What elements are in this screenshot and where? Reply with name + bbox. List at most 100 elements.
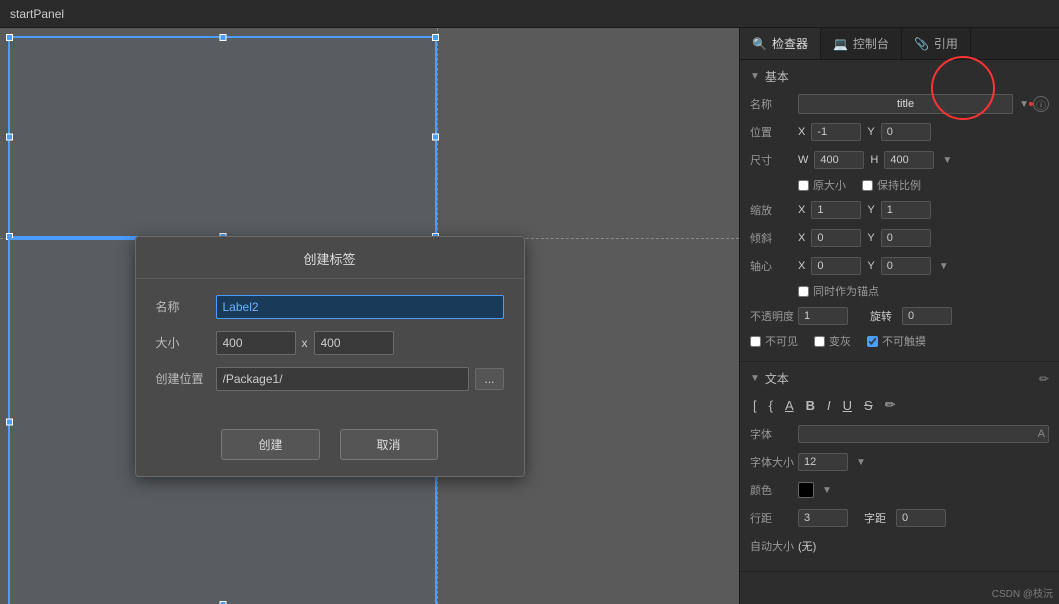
tool-strikethrough[interactable]: S [861,396,876,415]
tab-inspector[interactable]: 🔍 检查器 [740,28,821,59]
checkbox-keep-ratio-input[interactable] [862,180,873,191]
text-toggle-icon[interactable]: ▼ [750,373,760,384]
prop-skew-x[interactable] [811,229,861,247]
prop-scale-value: X Y [798,201,1049,219]
checkbox-no-touch[interactable]: 不可触摸 [867,333,926,349]
checkbox-original-size[interactable]: 原大小 [798,177,846,193]
dialog-cancel-button[interactable]: 取消 [340,429,438,460]
prop-opacity-label: 不透明度 [750,308,798,324]
prop-name-info-btn[interactable]: ⓘ [1033,96,1049,112]
prop-size-h[interactable] [884,151,934,169]
checkbox-gray-label: 变灰 [829,333,851,349]
dialog-size-x-label: x [302,336,308,350]
tool-underline-a[interactable]: A [782,396,797,415]
prop-rotation-label: 旋转 [870,308,892,324]
checkbox-anchor-point[interactable]: 同时作为锚点 [798,283,879,299]
basic-section-title: 基本 [765,68,789,85]
checkbox-invisible-label: 不可见 [765,333,798,349]
name-field-wrapper: ▼ [798,94,1029,114]
prop-opacity-input[interactable] [798,307,848,325]
prop-anchor-value: X Y ▼ [798,257,1049,275]
prop-scale-row: 缩放 X Y [750,199,1049,221]
tool-underline[interactable]: U [840,396,855,415]
basic-toggle-icon[interactable]: ▼ [750,71,760,82]
prop-position-value: X Y [798,123,1049,141]
checkbox-invisible[interactable]: 不可见 [750,333,798,349]
dialog-overlay: 创建标签 名称 大小 x [0,28,739,604]
fontsize-dropdown-arrow[interactable]: ▼ [856,457,866,468]
dialog-size-h-input[interactable] [314,331,394,355]
tab-reference[interactable]: 📎 引用 [902,28,971,59]
dialog-create-button[interactable]: 创建 [221,429,319,460]
prop-color-swatch[interactable] [798,482,814,498]
tab-inspector-label: 检查器 [772,35,808,52]
tool-curly-open[interactable]: { [766,396,776,415]
anchor-dropdown-arrow[interactable]: ▼ [939,261,949,272]
main-area: 创建标签 名称 大小 x [0,28,1059,604]
pos-y-label: Y [867,126,874,138]
scale-y-label: Y [867,204,874,216]
prop-fontsize-row: 字体大小 ▼ [750,451,1049,473]
prop-position-y[interactable] [881,123,931,141]
prop-name-input[interactable] [798,94,1013,114]
prop-scale-x[interactable] [811,201,861,219]
tab-reference-label: 引用 [934,35,958,52]
prop-font-select[interactable] [798,425,1049,443]
checkbox-anchor-row: 同时作为锚点 [750,283,1049,299]
prop-lineheight-input[interactable] [798,509,848,527]
prop-scale-label: 缩放 [750,202,798,218]
checkbox-keep-ratio[interactable]: 保持比例 [862,177,921,193]
prop-anchor-x[interactable] [811,257,861,275]
prop-opacity-rotation-value: 旋转 [798,307,1049,325]
prop-lineheight-label: 行距 [750,510,798,526]
dialog-size-w-input[interactable] [216,331,296,355]
dialog-size-label: 大小 [156,334,216,351]
prop-skew-row: 倾斜 X Y [750,227,1049,249]
checkbox-anchor-point-input[interactable] [798,286,809,297]
prop-autosize-value: (无) [798,538,1049,554]
dialog-title: 创建标签 [136,237,524,279]
anchor-y-label: Y [867,260,874,272]
tool-eraser[interactable]: ✏ [882,395,899,415]
console-icon: 💻 [833,37,848,51]
dialog-name-row: 名称 [156,295,504,319]
prop-name-row: 名称 ▼ ⓘ [750,93,1049,115]
checkbox-gray-input[interactable] [814,336,825,347]
tool-italic[interactable]: I [824,396,834,415]
prop-anchor-y[interactable] [881,257,931,275]
prop-size-value: W H ▼ [798,151,1049,169]
dialog-path-browse-button[interactable]: ... [475,368,503,390]
text-edit-icon[interactable]: ✏ [1039,372,1049,386]
name-dropdown-arrow[interactable]: ▼ [1019,99,1029,110]
color-dropdown-arrow[interactable]: ▼ [822,485,832,496]
prop-fontsize-value: ▼ [798,453,1049,471]
tool-bracket-open[interactable]: [ [750,396,760,415]
prop-position-x[interactable] [811,123,861,141]
dialog-name-label: 名称 [156,298,216,315]
prop-font-label: 字体 [750,426,798,442]
prop-color-row: 颜色 ▼ [750,479,1049,501]
prop-skew-value: X Y [798,229,1049,247]
prop-line-letter-value: 字距 [798,509,1049,527]
checkbox-invisible-input[interactable] [750,336,761,347]
prop-letterspace-input[interactable] [896,509,946,527]
dialog-path-input[interactable] [216,367,470,391]
tab-console[interactable]: 💻 控制台 [821,28,902,59]
checkbox-gray[interactable]: 变灰 [814,333,851,349]
prop-rotation-input[interactable] [902,307,952,325]
prop-scale-y[interactable] [881,201,931,219]
checkbox-no-touch-label: 不可触摸 [882,333,926,349]
canvas-area[interactable]: 创建标签 名称 大小 x [0,28,739,604]
tool-bold[interactable]: B [803,396,818,415]
dialog-name-input[interactable] [216,295,504,319]
prop-fontsize-input[interactable] [798,453,848,471]
checkbox-no-touch-input[interactable] [867,336,878,347]
top-bar: startPanel [0,0,1059,28]
dialog-path-inputs: ... [216,367,504,391]
prop-autosize-label: 自动大小 [750,538,798,554]
checkbox-original-size-input[interactable] [798,180,809,191]
dialog-body: 名称 大小 x 创建位置 [136,279,524,419]
prop-skew-y[interactable] [881,229,931,247]
prop-size-w[interactable] [814,151,864,169]
size-dropdown-arrow[interactable]: ▼ [942,155,952,166]
